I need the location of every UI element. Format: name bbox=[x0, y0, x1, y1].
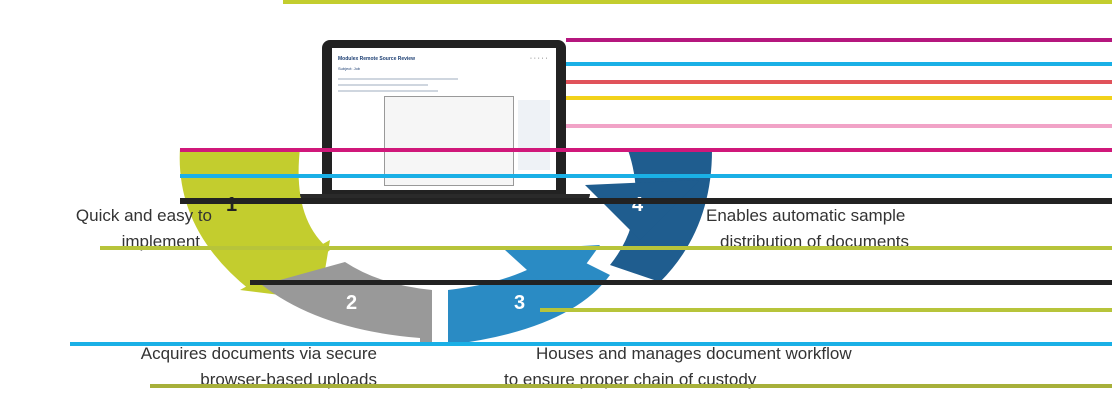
screen-line bbox=[338, 78, 458, 80]
decor-strip bbox=[566, 62, 1112, 66]
decor-strip bbox=[566, 96, 1112, 100]
decor-strip bbox=[540, 308, 1112, 312]
decor-strip bbox=[180, 148, 1112, 152]
segment-4-label-line1: Enables automatic sample bbox=[706, 206, 906, 225]
decor-strip bbox=[180, 174, 1112, 178]
decor-strip bbox=[566, 124, 1112, 128]
laptop-screen: Modulex Remote Source Review Subject: Jo… bbox=[332, 48, 556, 190]
screen-nav: ▪ ▪ ▪ ▪ ▪ bbox=[530, 56, 548, 60]
decor-strip bbox=[180, 198, 1112, 204]
screen-dialog bbox=[384, 96, 514, 186]
segment-3-number: 3 bbox=[514, 292, 526, 314]
screen-line bbox=[338, 90, 438, 92]
decor-strip bbox=[150, 384, 1112, 388]
decor-strip bbox=[100, 246, 1112, 250]
decor-strip bbox=[70, 342, 1112, 346]
segment-2-label-line1: Acquires documents via secure bbox=[140, 344, 377, 363]
decor-strip bbox=[566, 80, 1112, 84]
screen-line bbox=[338, 84, 428, 86]
decor-strip bbox=[250, 280, 1112, 285]
screen-title: Modulex Remote Source Review bbox=[338, 56, 415, 62]
segment-3-label-line1: Houses and manages document workflow bbox=[536, 344, 852, 363]
segment-2-number: 2 bbox=[346, 292, 358, 314]
screen-subtitle: Subject: Job bbox=[338, 66, 361, 71]
segment-1-label-line1: Quick and easy to bbox=[75, 206, 212, 225]
decor-strip bbox=[566, 38, 1112, 42]
screen-sidebar bbox=[518, 100, 550, 170]
laptop-frame: Modulex Remote Source Review Subject: Jo… bbox=[322, 40, 566, 196]
